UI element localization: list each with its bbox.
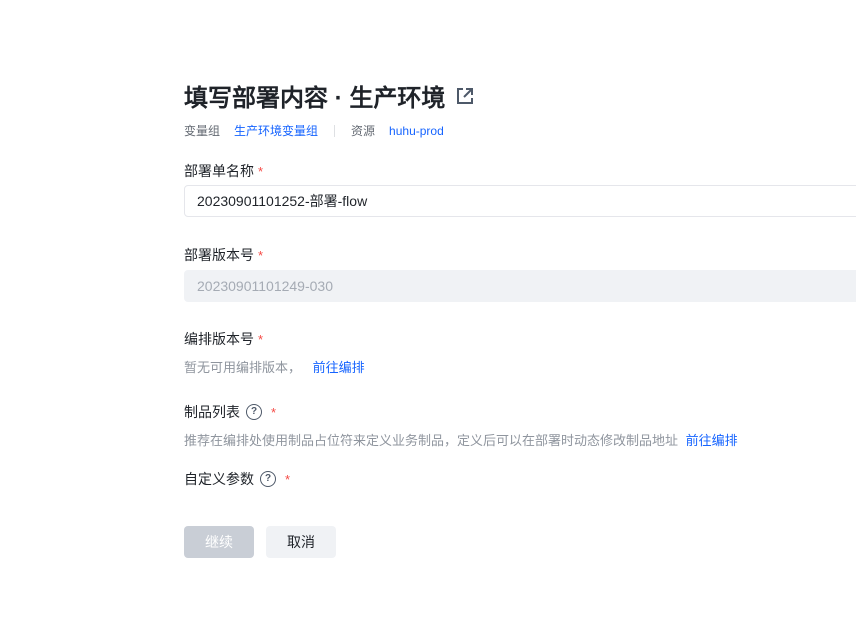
goto-orchestration-link[interactable]: 前往编排 (313, 360, 365, 375)
page-title: 填写部署内容 · 生产环境 (184, 78, 475, 113)
artifact-list-hint: 推荐在编排处使用制品占位符来定义业务制品，定义后可以在部署时动态修改制品地址 前… (184, 430, 738, 449)
cancel-button[interactable]: 取消 (266, 526, 336, 558)
help-icon[interactable]: ? (260, 471, 276, 487)
deploy-version-input: 20230901101249-030 (184, 270, 856, 302)
meta-row: 变量组 生产环境变量组 资源 huhu-prod (184, 122, 444, 139)
required-mark: * (258, 164, 263, 179)
variable-group-label: 变量组 (184, 122, 220, 139)
required-mark: * (271, 405, 276, 420)
label-text: 自定义参数 (184, 469, 254, 489)
resource-label: 资源 (351, 122, 375, 139)
required-mark: * (285, 472, 290, 487)
variable-group-link[interactable]: 生产环境变量组 (234, 122, 318, 139)
deploy-version-label: 部署版本号 * (184, 245, 263, 265)
resource-link[interactable]: huhu-prod (389, 124, 444, 138)
deploy-name-input[interactable]: 20230901101252-部署-flow (184, 185, 856, 217)
orchestration-version-label: 编排版本号 * (184, 329, 263, 349)
label-text: 部署单名称 (184, 161, 254, 181)
page-title-text: 填写部署内容 · 生产环境 (184, 78, 445, 113)
required-mark: * (258, 332, 263, 347)
continue-button[interactable]: 继续 (184, 526, 254, 558)
orchestration-empty-hint: 暂无可用编排版本， 前往编排 (184, 357, 365, 376)
divider (334, 125, 335, 137)
custom-params-label: 自定义参数 ? * (184, 469, 290, 489)
help-icon[interactable]: ? (246, 404, 262, 420)
goto-orchestration-link[interactable]: 前往编排 (686, 433, 738, 448)
artifact-list-label: 制品列表 ? * (184, 402, 276, 422)
label-text: 编排版本号 (184, 329, 254, 349)
hint-text: 暂无可用编排版本， (184, 360, 301, 375)
label-text: 制品列表 (184, 402, 240, 422)
deploy-name-label: 部署单名称 * (184, 161, 263, 181)
hint-text: 推荐在编排处使用制品占位符来定义业务制品，定义后可以在部署时动态修改制品地址 (184, 433, 678, 448)
label-text: 部署版本号 (184, 245, 254, 265)
required-mark: * (258, 248, 263, 263)
external-link-icon[interactable] (455, 86, 475, 106)
